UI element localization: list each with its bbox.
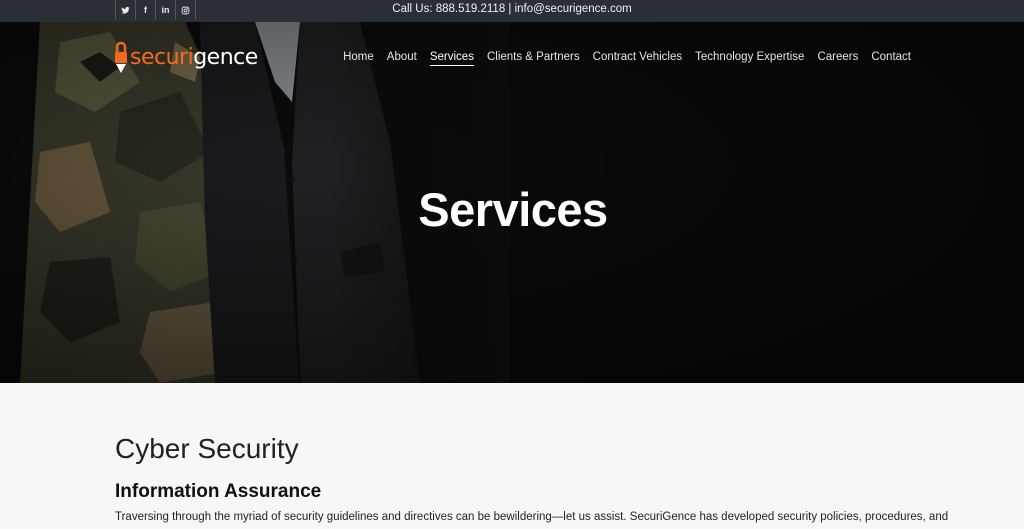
- nav-contact[interactable]: Contact: [871, 51, 911, 66]
- logo-text-gence: gence: [193, 44, 258, 70]
- nav-home[interactable]: Home: [343, 51, 374, 66]
- lock-icon: [115, 41, 127, 73]
- section-heading-cyber-security: Cyber Security: [115, 433, 299, 464]
- logo-text-securi: securi: [130, 44, 194, 70]
- nav-technology-expertise[interactable]: Technology Expertise: [695, 51, 804, 66]
- contact-info: Call Us: 888.519.2118 | info@securigence…: [392, 3, 632, 15]
- nav-services[interactable]: Services: [429, 51, 474, 66]
- nav-careers[interactable]: Careers: [817, 51, 858, 66]
- subheading-information-assurance: Information Assurance: [115, 481, 322, 502]
- main-nav: Home About Services Clients & Partners C…: [330, 51, 911, 66]
- page-title: Services: [418, 183, 608, 236]
- body-paragraph: Traversing through the myriad of securit…: [115, 511, 949, 523]
- nav-about[interactable]: About: [387, 51, 417, 66]
- nav-contract-vehicles[interactable]: Contract Vehicles: [593, 51, 683, 66]
- top-bar: f in Call Us: 888.519.2118 | info@securi…: [0, 0, 1024, 22]
- logo-wordmark: securigence: [130, 45, 258, 70]
- hero-banner: securigence Home About Services Clients …: [0, 22, 1024, 383]
- nav-clients-partners[interactable]: Clients & Partners: [487, 51, 580, 66]
- securigence-logo[interactable]: securigence: [114, 40, 258, 74]
